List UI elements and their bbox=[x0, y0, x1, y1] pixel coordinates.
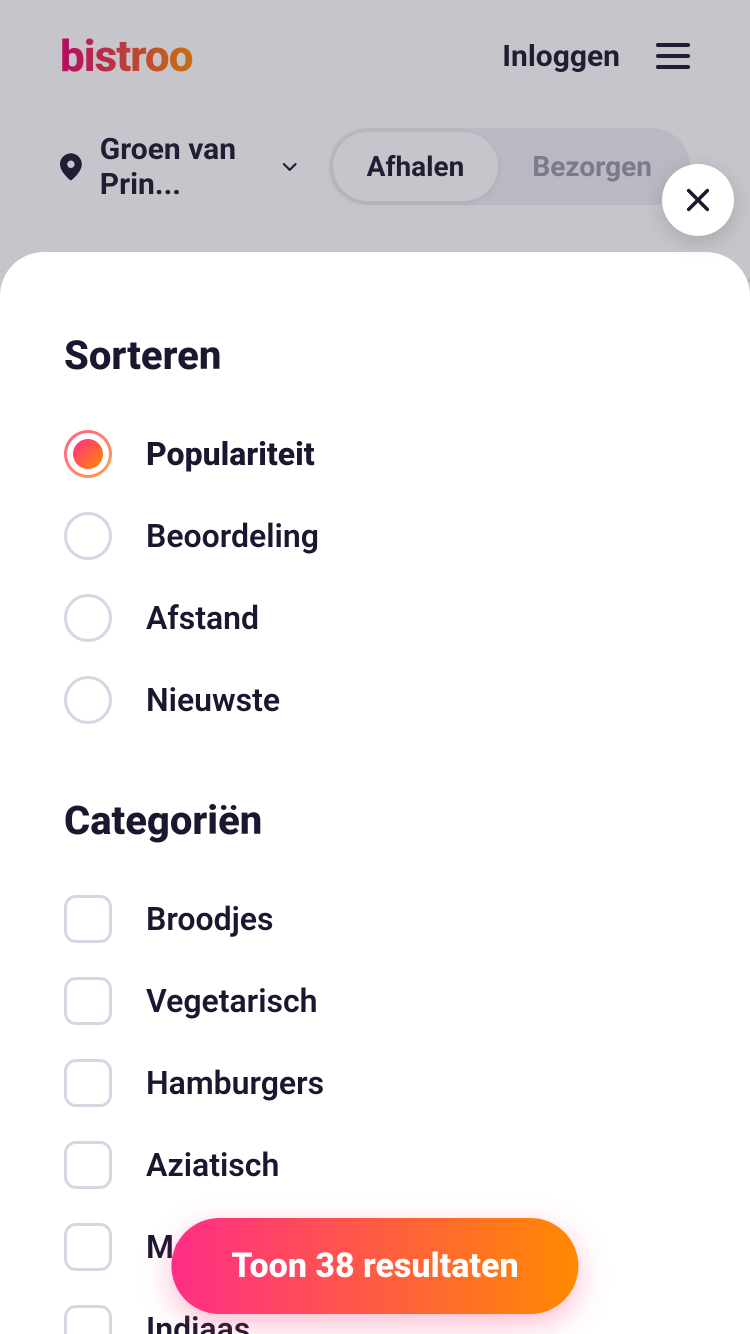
sort-option-label: Afstand bbox=[146, 599, 259, 637]
category-option[interactable]: Vegetarisch bbox=[64, 960, 686, 1042]
category-option[interactable]: Aziatisch bbox=[64, 1124, 686, 1206]
sort-option-beoordeling[interactable]: Beoordeling bbox=[64, 495, 686, 577]
sort-option-afstand[interactable]: Afstand bbox=[64, 577, 686, 659]
checkbox-icon bbox=[64, 977, 112, 1025]
category-label: Broodjes bbox=[146, 900, 273, 938]
radio-icon bbox=[64, 512, 112, 560]
sort-option-label: Populariteit bbox=[146, 435, 315, 473]
close-button[interactable] bbox=[662, 164, 734, 236]
radio-icon bbox=[64, 594, 112, 642]
category-label: Vegetarisch bbox=[146, 982, 318, 1020]
checkbox-icon bbox=[64, 1223, 112, 1271]
checkbox-icon bbox=[64, 1305, 112, 1334]
radio-icon bbox=[64, 430, 112, 478]
category-label: Aziatisch bbox=[146, 1146, 279, 1184]
sort-option-label: Nieuwste bbox=[146, 681, 280, 719]
sort-section: Sorteren Populariteit Beoordeling Afstan… bbox=[64, 332, 686, 741]
radio-icon bbox=[64, 676, 112, 724]
sort-option-nieuwste[interactable]: Nieuwste bbox=[64, 659, 686, 741]
sort-option-label: Beoordeling bbox=[146, 517, 319, 555]
checkbox-icon bbox=[64, 1059, 112, 1107]
checkbox-icon bbox=[64, 895, 112, 943]
filter-sheet: Sorteren Populariteit Beoordeling Afstan… bbox=[0, 252, 750, 1334]
category-label: Hamburgers bbox=[146, 1064, 324, 1102]
sort-option-populariteit[interactable]: Populariteit bbox=[64, 413, 686, 495]
show-results-button[interactable]: Toon 38 resultaten bbox=[171, 1218, 578, 1314]
checkbox-icon bbox=[64, 1141, 112, 1189]
sort-title: Sorteren bbox=[64, 332, 686, 379]
category-option[interactable]: Hamburgers bbox=[64, 1042, 686, 1124]
close-icon bbox=[684, 186, 712, 214]
categories-title: Categoriën bbox=[64, 797, 686, 844]
category-option[interactable]: Broodjes bbox=[64, 878, 686, 960]
